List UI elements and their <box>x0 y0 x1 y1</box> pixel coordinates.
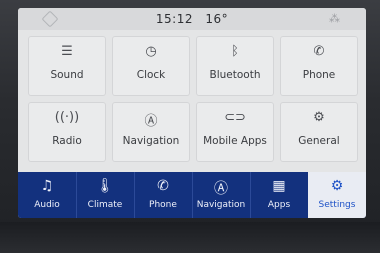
nav-climate[interactable]: 🌡 Climate <box>76 172 135 218</box>
status-right-icon: ⁂ <box>329 12 340 25</box>
nav-label: Audio <box>34 200 60 210</box>
tile-label: Phone <box>302 69 336 81</box>
nav-label: Apps <box>267 200 291 210</box>
nav-navigation[interactable]: Ⓐ Navigation <box>192 172 251 218</box>
settings-grid: ☰ Sound ◷ Clock ᛒ Bluetooth ✆ Phone ((·)… <box>28 36 358 164</box>
touchscreen: 15:12 16° ⁂ ☰ Sound ◷ Clock ᛒ Bluetooth … <box>18 8 366 218</box>
tile-label: Sound <box>50 69 84 81</box>
gears-icon: ⚙ <box>330 178 344 194</box>
status-text: 15:12 16° <box>18 12 366 26</box>
status-bar: 15:12 16° ⁂ <box>18 8 366 30</box>
outside-temperature: 16° <box>205 12 229 26</box>
tile-label: Radio <box>52 135 82 147</box>
tile-general[interactable]: ⚙ General <box>280 102 358 162</box>
radio-signal-icon: ((·)) <box>54 110 80 125</box>
clock-icon: ◷ <box>145 44 157 59</box>
tile-clock[interactable]: ◷ Clock <box>112 36 190 96</box>
clock-time: 15:12 <box>155 12 193 26</box>
nav-apps[interactable]: ▦ Apps <box>250 172 309 218</box>
bottom-nav-bar: ♫ Audio 🌡 Climate ✆ Phone Ⓐ Navigation ▦… <box>18 172 366 218</box>
mobile-apps-icon: ⊂⊃ <box>224 110 246 125</box>
tile-bluetooth[interactable]: ᛒ Bluetooth <box>196 36 274 96</box>
nav-label: Climate <box>87 200 123 210</box>
navigation-icon: Ⓐ <box>214 181 228 197</box>
equalizer-icon: ☰ <box>61 44 73 59</box>
tile-mobile-apps[interactable]: ⊂⊃ Mobile Apps <box>196 102 274 162</box>
nav-audio[interactable]: ♫ Audio <box>18 172 77 218</box>
music-note-icon: ♫ <box>40 178 54 194</box>
tile-label: General <box>298 135 340 147</box>
nav-label: Settings <box>318 200 356 210</box>
tile-navigation[interactable]: Ⓐ Navigation <box>112 102 190 162</box>
nav-label: Navigation <box>196 200 246 210</box>
thermometer-icon: 🌡 <box>96 178 114 194</box>
tile-sound[interactable]: ☰ Sound <box>28 36 106 96</box>
tile-label: Mobile Apps <box>203 135 267 147</box>
tile-label: Clock <box>136 69 166 81</box>
phone-icon: ✆ <box>157 178 169 194</box>
navigation-icon: Ⓐ <box>144 114 158 129</box>
apps-grid-icon: ▦ <box>272 178 286 194</box>
bluetooth-icon: ᛒ <box>231 44 239 59</box>
tile-label: Navigation <box>122 135 180 147</box>
tile-phone[interactable]: ✆ Phone <box>280 36 358 96</box>
dashboard-trim <box>0 222 380 253</box>
tile-radio[interactable]: ((·)) Radio <box>28 102 106 162</box>
nav-label: Phone <box>149 200 177 210</box>
phone-icon: ✆ <box>313 44 325 59</box>
tile-label: Bluetooth <box>209 69 261 81</box>
gears-icon: ⚙ <box>313 110 325 125</box>
nav-phone[interactable]: ✆ Phone <box>134 172 193 218</box>
nav-settings[interactable]: ⚙ Settings <box>308 172 366 218</box>
